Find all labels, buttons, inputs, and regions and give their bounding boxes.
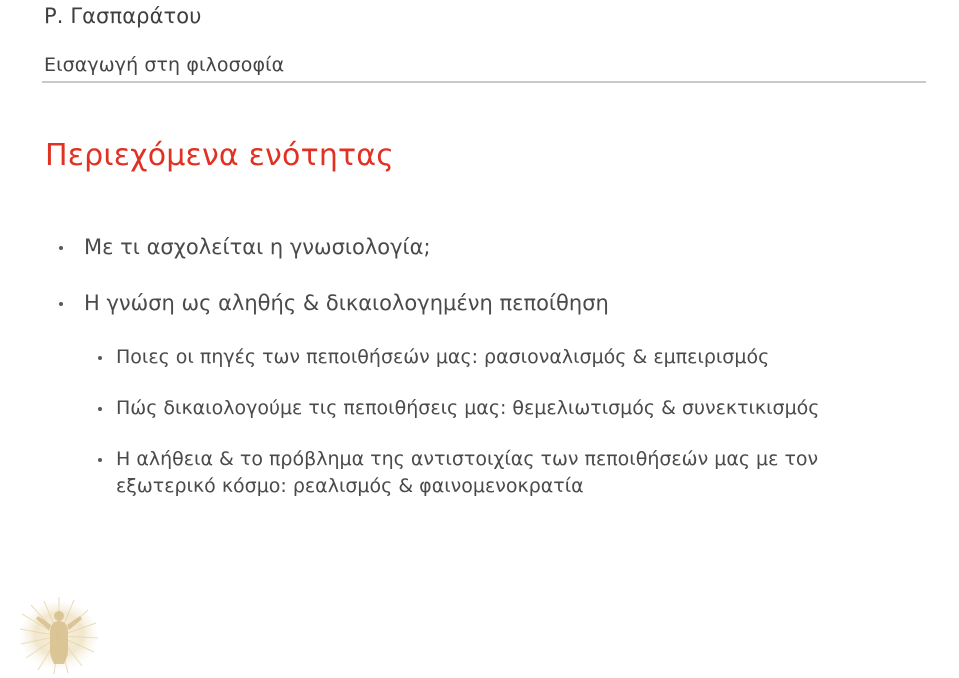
header-author: Ρ. Γασπαράτου bbox=[44, 4, 202, 28]
list-item-text: Η γνώση ως αληθής & δικαιολογημένη πεποί… bbox=[84, 291, 609, 315]
header-divider bbox=[42, 81, 926, 83]
list-item-text-line2: εξωτερικό κόσμο: ρεαλισμός & φαινομενοκρ… bbox=[116, 475, 584, 497]
slide-title: Περιεχόμενα ενότητας bbox=[45, 138, 395, 173]
bullet-list: Με τι ασχολείται η γνωσιολογία; Η γνώση … bbox=[0, 232, 959, 524]
bullet-dot-icon bbox=[98, 458, 102, 462]
list-item: Με τι ασχολείται η γνωσιολογία; bbox=[0, 232, 959, 262]
list-item: Ποιες οι πηγές των πεποιθήσεών μας: ρασι… bbox=[0, 344, 959, 371]
bullet-dot-icon bbox=[59, 302, 63, 306]
list-item-text: Ποιες οι πηγές των πεποιθήσεών μας: ρασι… bbox=[116, 346, 770, 368]
list-item: Η γνώση ως αληθής & δικαιολογημένη πεποί… bbox=[0, 288, 959, 318]
presentation-slide: Ρ. Γασπαράτου Εισαγωγή στη φιλοσοφία Περ… bbox=[0, 0, 959, 678]
header-subject: Εισαγωγή στη φιλοσοφία bbox=[44, 54, 285, 76]
bullet-dot-icon bbox=[98, 356, 102, 360]
list-item-text-line1: Η αλήθεια & το πρόβλημα της αντιστοιχίας… bbox=[116, 448, 819, 470]
list-item: Η αλήθεια & το πρόβλημα της αντιστοιχίας… bbox=[0, 446, 959, 500]
list-item-text: Με τι ασχολείται η γνωσιολογία; bbox=[84, 235, 431, 259]
list-item: Πώς δικαιολογούμε τις πεποιθήσεις μας: θ… bbox=[0, 395, 959, 422]
list-item-text: Πώς δικαιολογούμε τις πεποιθήσεις μας: θ… bbox=[116, 397, 820, 419]
university-emblem-icon bbox=[18, 596, 100, 676]
bullet-dot-icon bbox=[98, 407, 102, 411]
bullet-dot-icon bbox=[59, 246, 63, 250]
list-item-text: Η αλήθεια & το πρόβλημα της αντιστοιχίας… bbox=[116, 446, 925, 500]
